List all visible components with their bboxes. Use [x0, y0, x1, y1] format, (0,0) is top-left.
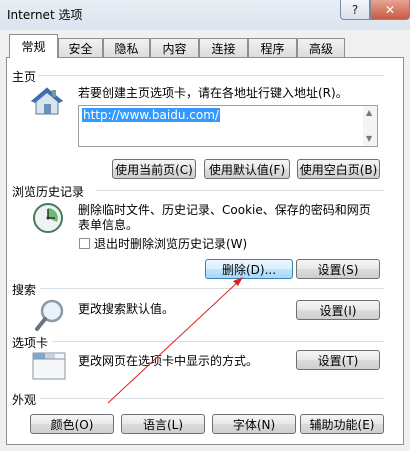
search-group-divider — [40, 288, 384, 289]
colors-button[interactable]: 颜色(O) — [30, 414, 114, 434]
history-settings-button[interactable]: 设置(S) — [296, 259, 380, 279]
home-icon — [30, 86, 64, 119]
help-button[interactable]: ? — [340, 0, 370, 20]
tab-advanced[interactable]: 高级 — [297, 38, 345, 57]
delete-on-exit-checkbox[interactable] — [79, 238, 90, 249]
tabs-group-label: 选项卡 — [12, 336, 49, 350]
tabs-description: 更改网页在选项卡中显示的方式。 — [78, 354, 259, 368]
history-group-divider — [96, 190, 384, 191]
delete-on-exit-label[interactable]: 退出时删除浏览历史记录(W) — [94, 237, 247, 252]
window-title: Internet 选项 — [7, 8, 83, 22]
home-description: 若要创建主页选项卡，请在各地址行键入地址(R)。 — [78, 86, 348, 100]
appearance-group-divider — [40, 398, 384, 399]
search-description: 更改搜索默认值。 — [78, 302, 175, 316]
scroll-down-icon[interactable]: ▼ — [366, 134, 372, 143]
appearance-group-label: 外观 — [12, 393, 37, 407]
tab-privacy[interactable]: 隐私 — [103, 38, 150, 57]
home-url-value: http://www.baidu.com/ — [82, 108, 220, 122]
use-default-button[interactable]: 使用默认值(F) — [204, 159, 290, 179]
close-icon: ✕ — [384, 2, 396, 17]
magnifier-icon — [34, 298, 66, 335]
tabbed-window-icon — [32, 350, 68, 385]
history-group-label: 浏览历史记录 — [12, 185, 85, 199]
tab-general[interactable]: 常规 — [9, 34, 58, 58]
url-scrollbar[interactable]: ▲ ▼ — [363, 106, 377, 146]
use-blank-button[interactable]: 使用空白页(B) — [297, 159, 380, 179]
languages-button[interactable]: 语言(L) — [121, 414, 205, 434]
fonts-button[interactable]: 字体(N) — [212, 414, 296, 434]
search-settings-button[interactable]: 设置(I) — [296, 300, 380, 320]
delete-history-button[interactable]: 删除(D)... — [205, 259, 293, 279]
tab-security[interactable]: 安全 — [58, 38, 103, 57]
tab-connections[interactable]: 连接 — [199, 38, 248, 57]
help-icon: ? — [351, 2, 359, 17]
search-group-label: 搜索 — [12, 283, 37, 297]
home-url-field[interactable]: http://www.baidu.com/ ▲ ▼ — [78, 105, 378, 147]
tabs-settings-button[interactable]: 设置(T) — [296, 350, 380, 370]
home-group-divider — [38, 75, 384, 76]
close-button[interactable]: ✕ — [370, 0, 410, 20]
use-current-button[interactable]: 使用当前页(C) — [112, 159, 196, 179]
tab-programs[interactable]: 程序 — [248, 38, 297, 57]
tabs-group-divider — [52, 341, 384, 342]
home-group-label: 主页 — [12, 70, 37, 84]
history-description-line1: 删除临时文件、历史记录、Cookie、保存的密码和网页 — [78, 203, 371, 217]
history-description-line2: 表单信息。 — [78, 218, 139, 232]
tab-content[interactable]: 内容 — [150, 38, 199, 57]
accessibility-button[interactable]: 辅助功能(E) — [300, 414, 384, 434]
scroll-up-icon[interactable]: ▲ — [366, 108, 372, 117]
history-clock-icon — [32, 202, 64, 237]
